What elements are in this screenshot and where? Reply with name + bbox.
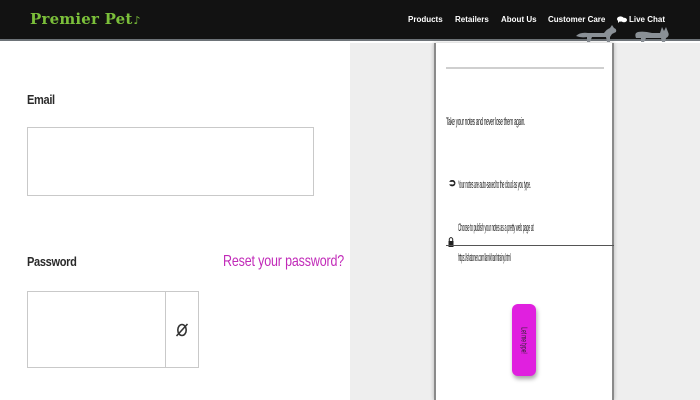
modal-line-divider [446, 245, 614, 246]
modal-step-publish: Choose to publish your notes as a pretty… [458, 222, 534, 234]
modal-step-autosave: Your notes are auto-saved to the cloud a… [458, 179, 531, 191]
reset-password-link[interactable]: Reset your password? [223, 253, 344, 271]
password-label: Password [27, 254, 77, 269]
let-me-type-button[interactable]: Let me type! [512, 304, 536, 376]
lock-step-icon [448, 236, 454, 251]
email-input[interactable] [27, 127, 314, 196]
nav-customer-care[interactable]: Customer Care [548, 15, 605, 24]
password-visibility-toggle[interactable] [165, 292, 198, 367]
site-header: Premier Pet♪ Products Retailers About Us… [0, 0, 700, 42]
let-me-type-label: Let me type! [519, 326, 529, 354]
arrow-step-icon: ➲ [448, 178, 457, 189]
nav-live-chat[interactable]: Live Chat [617, 15, 665, 24]
dog-silhouette-icon [576, 25, 617, 42]
nav-retailers[interactable]: Retailers [455, 15, 489, 24]
modal-top-divider [446, 67, 604, 69]
modal-step-url[interactable]: https://shatoner.com/lamkhanhtrainy.html [458, 252, 511, 264]
nav-about-us[interactable]: About Us [501, 15, 537, 24]
cat-silhouette-icon [635, 27, 669, 42]
nav-products[interactable]: Products [408, 15, 443, 24]
modal-intro-text: Take your notes and never lose them agai… [446, 116, 526, 128]
email-label: Email [27, 92, 55, 107]
password-input[interactable] [28, 292, 164, 367]
chat-bubbles-icon [617, 16, 627, 23]
eye-slash-icon [175, 322, 189, 337]
nav-live-chat-label: Live Chat [629, 15, 666, 24]
